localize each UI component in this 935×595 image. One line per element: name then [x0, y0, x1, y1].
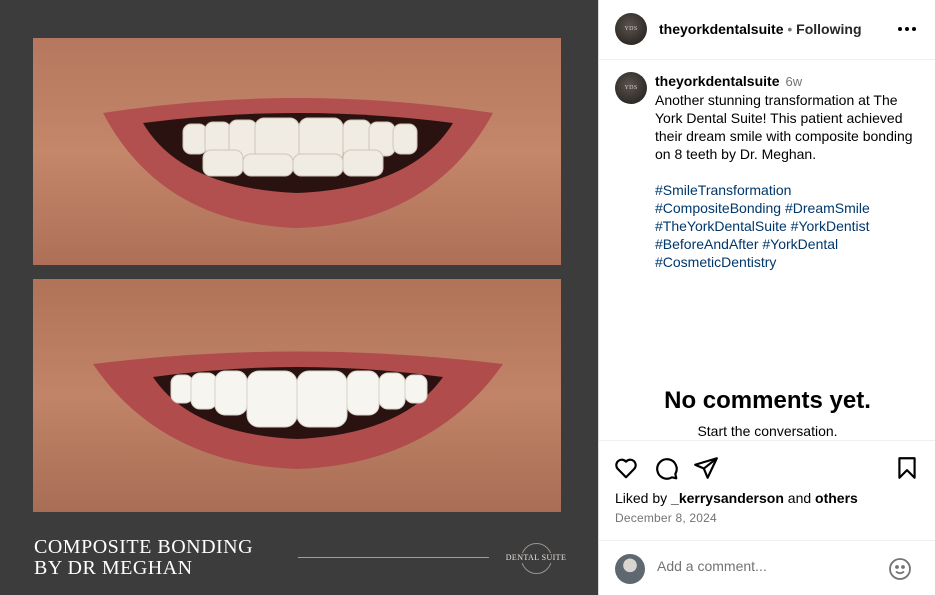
comment-icon[interactable] [653, 455, 679, 481]
media-caption: COMPOSITE BONDING BY DR MEGHAN [34, 537, 253, 579]
post-date[interactable]: December 8, 2024 [615, 511, 717, 525]
profile-avatar[interactable]: YDS [615, 13, 647, 45]
empty-comments-subtitle: Start the conversation. [697, 423, 838, 439]
post-media[interactable]: COMPOSITE BONDING BY DR MEGHAN DENTAL SU… [0, 0, 598, 595]
hashtag-line[interactable]: #CosmeticDentistry [655, 253, 923, 271]
comment-input[interactable] [657, 558, 877, 574]
liked-by-others[interactable]: others [815, 490, 858, 506]
avatar-monogram: YDS [624, 26, 638, 32]
bookmark-icon[interactable] [894, 455, 920, 481]
header-username[interactable]: theyorkdentalsuite [659, 21, 783, 37]
hashtag-list: #SmileTransformation #CompositeBonding #… [655, 181, 923, 271]
action-bar: Liked by _kerrysanderson and others Dece… [599, 440, 935, 540]
clinic-logo: DENTAL SUITE [505, 543, 567, 583]
header-user-line: theyorkdentalsuite • Following [659, 21, 862, 37]
post-time[interactable]: 6w [785, 74, 802, 89]
current-user-avatar [615, 554, 645, 584]
heart-icon[interactable] [613, 455, 639, 481]
liked-by-prefix: Liked by [615, 490, 672, 506]
post-sidebar: YDS theyorkdentalsuite • Following YDS t… [598, 0, 935, 595]
post-header: YDS theyorkdentalsuite • Following [599, 0, 935, 60]
likes-line: Liked by _kerrysanderson and others [615, 490, 858, 506]
caption-username[interactable]: theyorkdentalsuite [655, 73, 779, 89]
before-photo [33, 38, 561, 265]
following-button[interactable]: Following [796, 21, 861, 37]
hashtag-line[interactable]: #TheYorkDentalSuite #YorkDentist [655, 217, 923, 235]
hashtag-line[interactable]: #SmileTransformation [655, 181, 923, 199]
caption-line-2: BY DR MEGHAN [34, 557, 193, 579]
liked-by-and: and [783, 490, 816, 506]
caption-text: Another stunning transformation at The Y… [655, 92, 913, 162]
liked-by-user[interactable]: _kerrysanderson [671, 490, 784, 506]
post-caption-section: YDS theyorkdentalsuite 6w Another stunnin… [599, 60, 935, 440]
add-comment-bar [599, 540, 935, 595]
caption-avatar[interactable]: YDS [615, 72, 647, 104]
empty-comments: No comments yet. Start the conversation. [599, 387, 935, 439]
emoji-icon[interactable] [888, 557, 912, 581]
after-photo [33, 279, 561, 512]
hashtag-line[interactable]: #BeforeAndAfter #YorkDental [655, 235, 923, 253]
caption-body: theyorkdentalsuite 6w Another stunning tr… [655, 72, 923, 271]
caption-divider [298, 557, 489, 558]
more-horizontal-icon[interactable] [898, 22, 916, 36]
avatar-monogram: YDS [624, 85, 638, 91]
hashtag-line[interactable]: #CompositeBonding #DreamSmile [655, 199, 923, 217]
empty-comments-title: No comments yet. [664, 387, 871, 414]
header-separator: • [787, 21, 793, 37]
logo-text: DENTAL SUITE [505, 553, 567, 563]
share-icon[interactable] [693, 455, 719, 481]
caption-line-1: COMPOSITE BONDING [34, 536, 254, 558]
